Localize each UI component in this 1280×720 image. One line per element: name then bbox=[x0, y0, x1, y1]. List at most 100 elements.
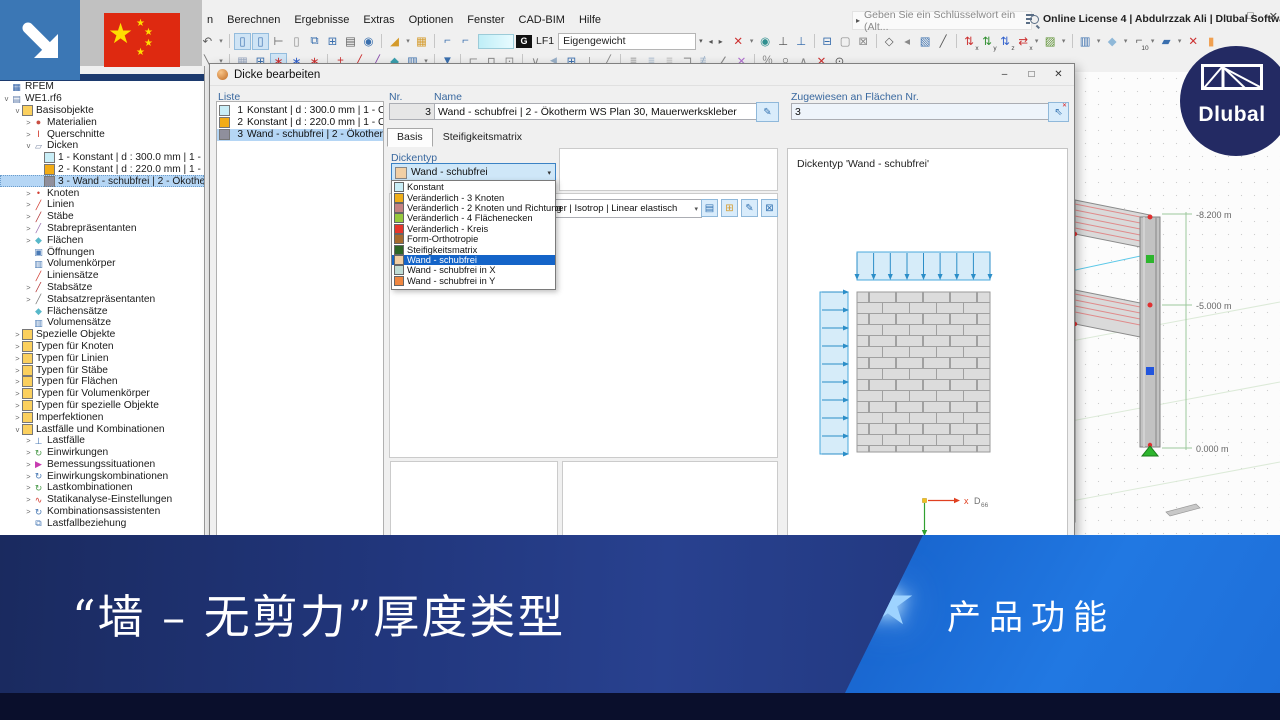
thickness-list[interactable]: 1 Konstant | d : 300.0 mm | 1 - C30/37 2… bbox=[216, 101, 384, 540]
workplane-icon[interactable]: ▨ bbox=[1042, 33, 1059, 50]
dimension-icon[interactable]: ⌐ 10 bbox=[1131, 33, 1148, 50]
tree-item[interactable]: > Typen für Stäbe bbox=[0, 364, 204, 376]
dialog-tab[interactable]: Steifigkeitsmatrix bbox=[433, 128, 532, 147]
diagram-icon[interactable]: ⊢ bbox=[270, 33, 287, 50]
tree-item[interactable]: ▥ Volumensätze bbox=[0, 317, 204, 329]
tree-expander-icon[interactable]: v bbox=[2, 94, 11, 103]
assigned-surfaces-field[interactable]: 3 bbox=[791, 103, 1050, 120]
keyword-search-input[interactable]: ▸ Geben Sie ein Schlüsselwort ein (Alt..… bbox=[852, 11, 1032, 30]
tree-expander-icon[interactable]: v bbox=[13, 106, 22, 115]
tree-expander-icon[interactable]: > bbox=[24, 507, 33, 516]
select-surfaces-button[interactable]: ⇖ ✕ bbox=[1048, 102, 1069, 122]
tree-item[interactable]: ◆ Flächensätze bbox=[0, 305, 204, 317]
tree-item[interactable]: ⧉ Lastfallbeziehung bbox=[0, 517, 204, 529]
menu-item-cad-bim[interactable]: CAD-BIM bbox=[512, 12, 572, 28]
wall-gen-icon[interactable]: ▰ bbox=[1158, 33, 1175, 50]
tree-item[interactable]: > ◆ Flächen bbox=[0, 234, 204, 246]
tree-expander-icon[interactable]: > bbox=[24, 189, 33, 198]
loadcase-combo[interactable]: G LF1 Eigengewicht ▾ ◂ ▸ bbox=[478, 33, 726, 50]
dropdown-item[interactable]: Wand - schubfrei bbox=[392, 255, 555, 265]
dialog-tab[interactable]: Basis bbox=[387, 128, 433, 147]
tree-item[interactable]: > ╱ Stabsätze bbox=[0, 282, 204, 294]
tree-expander-icon[interactable]: v bbox=[13, 425, 22, 434]
ortho-surface-icon[interactable]: ▮ bbox=[1203, 33, 1220, 50]
close-button[interactable]: ✕ bbox=[1269, 10, 1278, 23]
tree-expander-icon[interactable]: > bbox=[13, 366, 22, 375]
tree-item[interactable]: > Imperfektionen bbox=[0, 411, 204, 423]
loadcase-next-icon[interactable]: ▸ bbox=[716, 37, 726, 46]
tree-item[interactable]: ▣ Öffnungen bbox=[0, 246, 204, 258]
axis-y-icon[interactable]: ⇅ y bbox=[979, 33, 996, 50]
material-new-icon[interactable]: ⊞ bbox=[721, 199, 738, 217]
tree-expander-icon[interactable]: > bbox=[24, 495, 33, 504]
menu-item-fragment[interactable]: n bbox=[200, 12, 220, 28]
menu-item-ergebnisse[interactable]: Ergebnisse bbox=[287, 12, 356, 28]
tree-expander-icon[interactable]: > bbox=[24, 472, 33, 481]
material-combo[interactable]: ber | Isotrop | Linear elastisch ▾ bbox=[549, 199, 702, 218]
toolbar-icon[interactable] bbox=[434, 34, 435, 48]
tree-expander-icon[interactable]: > bbox=[24, 212, 33, 221]
objects-dd-icon[interactable]: ▾ bbox=[1095, 33, 1103, 50]
name-field[interactable]: Wand - schubfrei | 2 - Ökotherm WS Plan … bbox=[434, 103, 758, 120]
tree-item[interactable]: v ▱ Dicken bbox=[0, 140, 204, 152]
wall-dd-icon[interactable]: ▾ bbox=[1176, 33, 1184, 50]
tree-expander-icon[interactable]: > bbox=[13, 354, 22, 363]
tree-item[interactable]: > ↻ Einwirkungskombinationen bbox=[0, 470, 204, 482]
view-box-icon[interactable]: ⊟ bbox=[819, 33, 836, 50]
tree-expander-icon[interactable]: > bbox=[13, 413, 22, 422]
tree-item[interactable]: > Spezielle Objekte bbox=[0, 329, 204, 341]
tree-item[interactable]: 1 - Konstant | d : 300.0 mm | 1 - C30/37 bbox=[0, 152, 204, 164]
sheet-icon[interactable]: ▤ bbox=[342, 33, 359, 50]
axis-x-icon[interactable]: ⇅ x bbox=[961, 33, 978, 50]
loadcase-filter-icon[interactable]: ✕ bbox=[730, 33, 747, 50]
dropdown-item[interactable]: Veränderlich - 2 Knoten und Richtung bbox=[392, 203, 555, 213]
tree-expander-icon[interactable]: > bbox=[24, 130, 33, 139]
tree-item[interactable]: > ╱ Stabsatzrepräsentanten bbox=[0, 293, 204, 305]
tree-item[interactable]: > ● Materialien bbox=[0, 116, 204, 128]
tree-item[interactable]: > ╱ Stabrepräsentanten bbox=[0, 223, 204, 235]
tree-item[interactable]: v Basisobjekte bbox=[0, 105, 204, 117]
toolbar-icon[interactable] bbox=[814, 34, 815, 48]
panel-icon[interactable]: ▯ bbox=[288, 33, 305, 50]
thickness-list-item[interactable]: 3 Wand - schubfrei | 2 - Ökotherm WS Pla… bbox=[217, 129, 383, 141]
tree-expander-icon[interactable]: > bbox=[24, 200, 33, 209]
loadcase-name[interactable]: Eigengewicht bbox=[558, 33, 696, 50]
tree-expander-icon[interactable]: > bbox=[24, 436, 33, 445]
tree-expander-icon[interactable]: > bbox=[24, 283, 33, 292]
search-list-icon[interactable] bbox=[1026, 13, 1039, 26]
material-pick-icon[interactable]: ⊠ bbox=[761, 199, 778, 217]
section-cut-icon[interactable]: ╱ bbox=[935, 33, 952, 50]
tree-expander-icon[interactable]: > bbox=[13, 342, 22, 351]
dropdown-item[interactable]: Wand - schubfrei in Y bbox=[392, 276, 555, 286]
level2-icon[interactable]: ⊥ bbox=[793, 33, 810, 50]
tree-expander-icon[interactable]: > bbox=[13, 401, 22, 410]
box-icon[interactable]: ▢ bbox=[837, 33, 854, 50]
tree-item[interactable]: > ↻ Einwirkungen bbox=[0, 447, 204, 459]
toolbar-icon[interactable] bbox=[956, 34, 957, 48]
chevron-down-icon[interactable]: ▾ bbox=[696, 37, 706, 45]
menu-item-fenster[interactable]: Fenster bbox=[460, 12, 511, 28]
level-icon[interactable]: ⊥ bbox=[775, 33, 792, 50]
dropdown-item[interactable]: Konstant bbox=[392, 182, 555, 192]
frame-icon[interactable]: ⊠ bbox=[855, 33, 872, 50]
search-expander-icon[interactable]: ▸ bbox=[856, 16, 860, 25]
tree-item[interactable]: ▦ RFEM bbox=[0, 81, 204, 93]
axis-xy-icon[interactable]: ⇄ x bbox=[1015, 33, 1032, 50]
tree-item[interactable]: > Typen für spezielle Objekte bbox=[0, 400, 204, 412]
tree-item[interactable]: > ╱ Stäbe bbox=[0, 211, 204, 223]
undo-dd-icon[interactable]: ▾ bbox=[217, 33, 225, 50]
dialog-maximize-button[interactable]: □ bbox=[1018, 65, 1045, 83]
menu-item-berechnen[interactable]: Berechnen bbox=[220, 12, 287, 28]
tree-item[interactable]: > ▶ Bemessungssituationen bbox=[0, 459, 204, 471]
tree-item[interactable]: ▥ Volumenkörper bbox=[0, 258, 204, 270]
tree-item[interactable]: > I Querschnitte bbox=[0, 128, 204, 140]
dropdown-item[interactable]: Veränderlich - Kreis bbox=[392, 224, 555, 234]
tree-item[interactable]: 3 - Wand - schubfrei | 2 - Ökotherm WS P… bbox=[0, 175, 204, 187]
render-icon[interactable]: ◉ bbox=[360, 33, 377, 50]
material-library-icon[interactable]: ▤ bbox=[701, 199, 718, 217]
dialog-close-button[interactable]: ✕ bbox=[1045, 65, 1072, 83]
restore-button[interactable]: □ bbox=[1247, 10, 1254, 23]
objects-icon[interactable]: ▥ bbox=[1077, 33, 1094, 50]
tree-item[interactable]: > ↻ Lastkombinationen bbox=[0, 482, 204, 494]
dialog-titlebar[interactable]: Dicke bearbeiten bbox=[210, 64, 1074, 86]
